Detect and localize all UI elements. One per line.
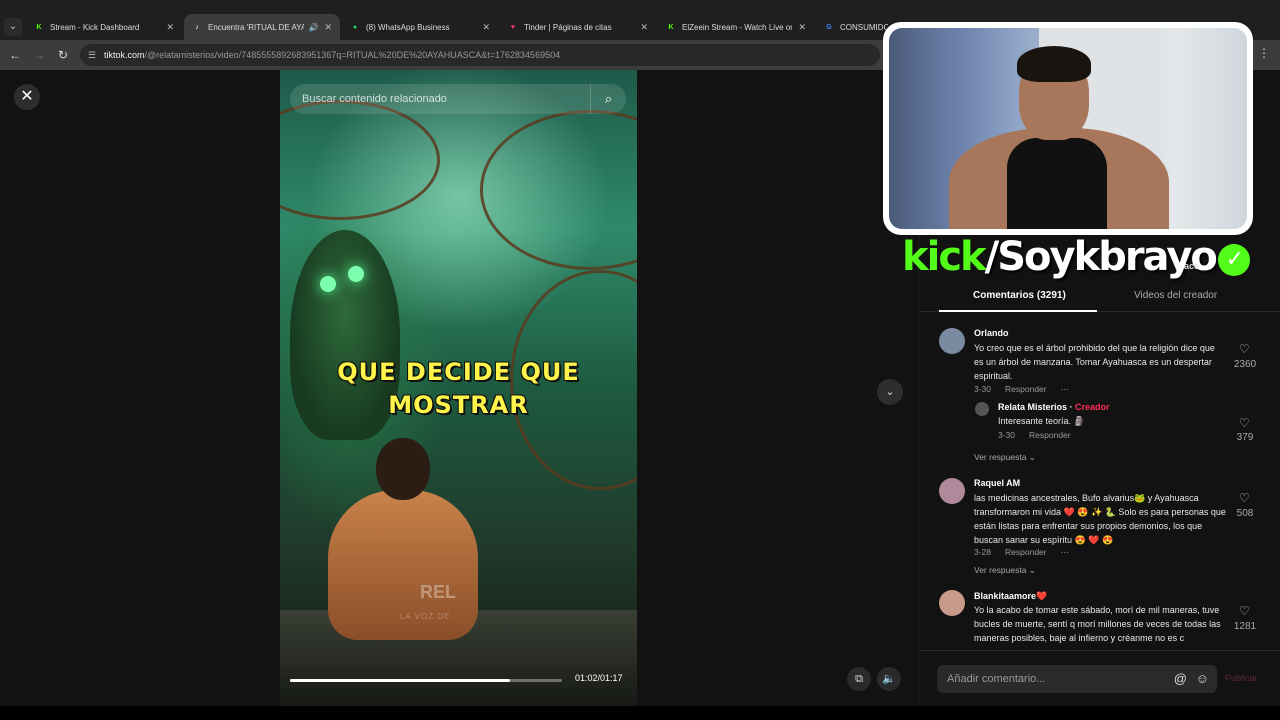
comment-composer: Añadir comentario... @ ☺ Publicar bbox=[919, 650, 1280, 706]
channel-watermark: REL bbox=[420, 582, 456, 602]
tab-comments[interactable]: Comentarios (3291) bbox=[973, 290, 1066, 301]
reply-text: Interesante teoría. 🗿 bbox=[998, 416, 1085, 426]
reply-author[interactable]: Relata Misterios · Creador bbox=[998, 402, 1110, 412]
like-count: 379 bbox=[1236, 432, 1254, 443]
comment-text: Yo la acabo de tomar este sábado, morí d… bbox=[974, 605, 1221, 643]
seated-person-head bbox=[376, 438, 430, 500]
comment-author[interactable]: Orlando bbox=[974, 328, 1009, 338]
tab-creator-videos[interactable]: Videos del creador bbox=[1134, 290, 1217, 301]
avatar[interactable] bbox=[939, 590, 965, 616]
tab-kick-dashboard[interactable]: K Stream - Kick Dashboard ✕ bbox=[26, 14, 182, 40]
search-icon[interactable]: ⌕ bbox=[590, 84, 626, 114]
video-caption: QUE DECIDE QUE MOSTRAR bbox=[337, 358, 580, 419]
google-icon: G bbox=[826, 23, 832, 31]
comment-more-icon[interactable]: ⋯ bbox=[1061, 384, 1070, 394]
close-tab-icon[interactable]: ✕ bbox=[798, 22, 806, 33]
partially-hidden-button-label: ace bbox=[1184, 261, 1200, 271]
browser-menu-icon[interactable]: ⋮ bbox=[1258, 46, 1270, 60]
vine-decoration bbox=[280, 100, 440, 220]
avatar[interactable] bbox=[939, 328, 965, 354]
heart-icon[interactable]: ♡ bbox=[1239, 491, 1250, 505]
tab-elzeein-stream[interactable]: K ElZeein Stream - Watch Live on Kick ✕ bbox=[658, 14, 814, 40]
verified-badge-icon: ✓ bbox=[1217, 244, 1250, 276]
panel-tabs: Comentarios (3291) Videos del creador bbox=[919, 282, 1280, 312]
whatsapp-icon: ● bbox=[352, 23, 358, 31]
forward-icon[interactable]: → bbox=[30, 46, 48, 64]
tinder-icon: ♥ bbox=[510, 23, 516, 31]
heart-icon[interactable]: ♡ bbox=[1239, 342, 1250, 356]
heart-icon[interactable]: ♡ bbox=[1239, 604, 1250, 618]
comment-text: las medicinas ancestrales, Bufo alvarius… bbox=[974, 493, 1226, 545]
comment-author[interactable]: Blankitaamore❤️ bbox=[974, 591, 1047, 602]
streamer-hair bbox=[1017, 46, 1091, 82]
reply-button[interactable]: Responder bbox=[1005, 547, 1047, 557]
close-icon[interactable]: ✕ bbox=[14, 84, 40, 110]
kick-icon: K bbox=[36, 23, 42, 31]
like-count: 1281 bbox=[1233, 621, 1257, 632]
mention-icon[interactable]: @ bbox=[1174, 665, 1187, 693]
url-bar[interactable]: ☰ tiktok.com/@relatamisterios/video/7485… bbox=[80, 44, 880, 66]
like-count: 508 bbox=[1236, 508, 1254, 519]
publish-button[interactable]: Publicar bbox=[1225, 673, 1258, 683]
avatar[interactable] bbox=[939, 478, 965, 504]
active-tab-underline bbox=[939, 310, 1097, 312]
tab-tinder[interactable]: ♥ Tinder | Páginas de citas ✕ bbox=[500, 14, 656, 40]
add-comment-input[interactable]: Añadir comentario... @ ☺ bbox=[937, 665, 1217, 693]
video-progress-fill bbox=[290, 679, 511, 682]
tab-tiktok[interactable]: ♪ Encuentra 'RITUAL DE AYAHUASCA' 🔊 ✕ bbox=[184, 14, 340, 40]
next-video-chevron-icon[interactable]: ⌄ bbox=[877, 379, 903, 405]
comment-meta: 3-30 Responder ⋯ bbox=[974, 384, 1070, 394]
video-time: 01:02/01:17 bbox=[575, 673, 623, 683]
tab-search-button[interactable]: ⌄ bbox=[4, 18, 22, 36]
speaker-icon[interactable]: 🔊 bbox=[308, 23, 318, 32]
kick-channel-overlay: kick/Soykbrayo ✓ bbox=[902, 234, 1250, 280]
volume-icon[interactable]: 🔈 bbox=[877, 667, 901, 691]
comment-author[interactable]: Raquel AM bbox=[974, 478, 1020, 488]
close-tab-icon[interactable]: ✕ bbox=[640, 22, 648, 33]
like-count: 2360 bbox=[1233, 359, 1257, 370]
channel-watermark-sub: LA VOZ DE bbox=[400, 612, 451, 621]
floating-player-icon[interactable]: ⧉ bbox=[847, 667, 871, 691]
webcam-overlay bbox=[883, 22, 1253, 235]
reply-meta: 3-30 Responder bbox=[998, 430, 1071, 440]
streamer-tank-top bbox=[1007, 138, 1107, 229]
site-info-icon[interactable]: ☰ bbox=[88, 44, 96, 66]
comment-text: Yo creo que es el árbol prohibido del qu… bbox=[974, 343, 1215, 381]
reload-icon[interactable]: ↻ bbox=[54, 46, 72, 64]
kick-icon: K bbox=[668, 23, 674, 31]
avatar[interactable] bbox=[975, 402, 989, 416]
video-player[interactable]: Buscar contenido relacionado ⌕ QUE DECID… bbox=[280, 70, 637, 706]
reply-button[interactable]: Responder bbox=[1029, 430, 1071, 440]
emoji-icon[interactable]: ☺ bbox=[1196, 665, 1209, 693]
reply-button[interactable]: Responder bbox=[1005, 384, 1047, 394]
glowing-eye bbox=[320, 276, 336, 292]
back-icon[interactable]: ← bbox=[6, 46, 24, 64]
view-replies-link[interactable]: Ver respuesta ⌄ bbox=[974, 565, 1036, 576]
view-replies-link[interactable]: Ver respuesta ⌄ bbox=[974, 452, 1036, 463]
comment-meta: 3-28 Responder ⋯ bbox=[974, 547, 1070, 557]
video-progress-bar[interactable] bbox=[290, 679, 562, 682]
related-search-input[interactable]: Buscar contenido relacionado ⌕ bbox=[290, 84, 626, 114]
tiktok-icon: ♪ bbox=[195, 23, 199, 31]
close-tab-icon[interactable]: ✕ bbox=[482, 22, 490, 33]
close-tab-icon[interactable]: ✕ bbox=[324, 22, 332, 33]
heart-icon[interactable]: ♡ bbox=[1239, 416, 1250, 430]
webcam-feed bbox=[889, 28, 1247, 229]
vine-decoration bbox=[480, 110, 637, 270]
close-tab-icon[interactable]: ✕ bbox=[166, 22, 174, 33]
comment-more-icon[interactable]: ⋯ bbox=[1061, 547, 1070, 557]
glowing-eye bbox=[348, 266, 364, 282]
tab-whatsapp[interactable]: ● (8) WhatsApp Business ✕ bbox=[342, 14, 498, 40]
